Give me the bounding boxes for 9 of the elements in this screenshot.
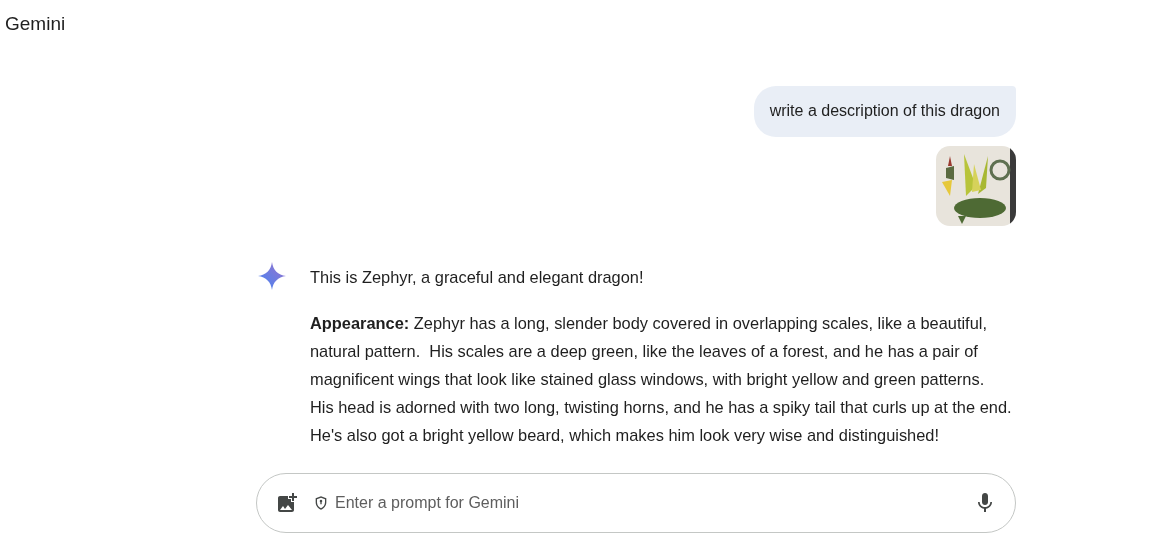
- shield-icon: [313, 495, 329, 511]
- prompt-input[interactable]: Enter a prompt for Gemini: [256, 473, 1016, 533]
- user-message: write a description of this dragon: [753, 86, 1016, 137]
- add-image-icon[interactable]: [275, 491, 299, 515]
- prompt-field[interactable]: Enter a prompt for Gemini: [333, 493, 973, 513]
- response-paragraph: Appearance: Zephyr has a long, slender body covered in overlapping scales, like a beautiful, natural pattern. His scales are a deep green, like the leaves of a forest, and he has a pair of magnificent wings that look like stained glass windows, with bright yellow and green patterns. His head is adorned with two long, twisting horns, and he has a spiky tail that curls up at the end. He's also got a bright yellow beard, which makes him look very wise and distinguished!: [310, 313, 1013, 446]
- app-title: Gemini: [5, 13, 66, 35]
- response-paragraph: This is Zephyr, a graceful and elegant dragon!: [310, 267, 645, 288]
- sparkle-icon: [258, 262, 286, 290]
